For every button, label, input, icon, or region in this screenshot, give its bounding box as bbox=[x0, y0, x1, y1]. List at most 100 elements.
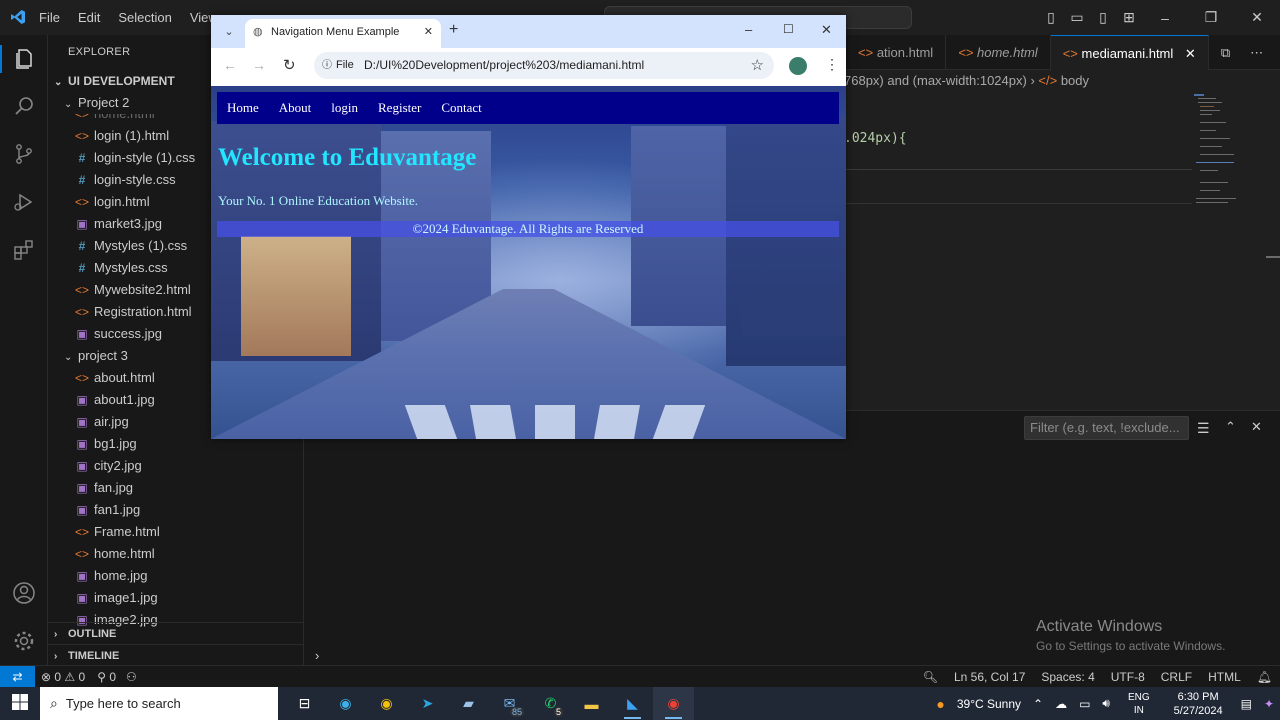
bookmark-star-icon[interactable]: ☆ bbox=[751, 52, 764, 79]
nav-contact-link[interactable]: Contact bbox=[441, 100, 481, 116]
toggle-panel-icon[interactable]: ▭ bbox=[1064, 9, 1090, 26]
menu-edit[interactable]: Edit bbox=[69, 10, 109, 25]
end-of-line[interactable]: CRLF bbox=[1153, 670, 1200, 684]
clock-time: 6:30 PM bbox=[1177, 690, 1219, 703]
search-icon[interactable] bbox=[12, 94, 36, 118]
sticky-app-icon[interactable]: ▰ bbox=[448, 687, 489, 720]
browser-maximize-icon[interactable]: ☐ bbox=[783, 22, 794, 36]
browser-tab-active[interactable]: ◍ Navigation Menu Example ✕ bbox=[245, 19, 441, 48]
more-actions-icon[interactable]: ⋯ bbox=[1242, 35, 1271, 69]
tree-file[interactable]: <> home.html bbox=[48, 543, 303, 565]
edge-icon[interactable]: ◉ bbox=[325, 687, 366, 720]
network-icon[interactable]: ☁ bbox=[1049, 697, 1073, 711]
ports-indicator[interactable]: ⚲ 0 bbox=[91, 670, 122, 684]
mail-icon[interactable]: ✉ 85 bbox=[489, 687, 530, 720]
toggle-secondary-sidebar-icon[interactable]: ▯ bbox=[1090, 9, 1116, 26]
chrome-icon[interactable]: ◉ bbox=[366, 687, 407, 720]
tab-search-chevron-icon[interactable]: ⌄ bbox=[221, 24, 237, 40]
minimap[interactable] bbox=[1192, 92, 1267, 212]
kebab-menu-icon[interactable]: ⋮ bbox=[825, 56, 839, 73]
clock[interactable]: 6:30 PM 5/27/2024 bbox=[1162, 690, 1235, 718]
explorer-icon[interactable] bbox=[12, 47, 36, 71]
indentation[interactable]: Spaces: 4 bbox=[1033, 670, 1102, 684]
panel-filter-input[interactable]: Filter (e.g. text, !exclude... bbox=[1024, 416, 1189, 440]
nav-home-link[interactable]: Home bbox=[227, 100, 259, 116]
chevron-up-icon[interactable]: ⌃ bbox=[1027, 697, 1049, 711]
file-chip[interactable]: ⓘ File bbox=[322, 56, 354, 75]
panel-close-icon[interactable]: ✕ bbox=[1251, 419, 1262, 435]
encoding[interactable]: UTF-8 bbox=[1103, 670, 1153, 684]
live-share-icon[interactable]: ⚇ bbox=[122, 670, 141, 684]
tree-file[interactable]: ▣ home.jpg bbox=[48, 565, 303, 587]
chevron-up-icon[interactable]: ⌃ bbox=[1225, 419, 1236, 435]
forward-icon[interactable]: → bbox=[252, 57, 266, 73]
language-mode[interactable]: HTML bbox=[1200, 670, 1249, 684]
browser-minimize-icon[interactable]: – bbox=[745, 22, 752, 37]
source-control-icon[interactable] bbox=[12, 142, 36, 166]
notifications-bell-icon[interactable]: 🔔︎ bbox=[1249, 670, 1280, 684]
nav-login-link[interactable]: login bbox=[331, 100, 358, 116]
maximize-icon[interactable]: ❐ bbox=[1188, 9, 1234, 26]
vscode-taskbar-icon[interactable]: ◣ bbox=[612, 687, 653, 720]
whatsapp-icon[interactable]: ✆ 5 bbox=[530, 687, 571, 720]
file-explorer-icon[interactable]: ▬ bbox=[571, 687, 612, 720]
weather-icon[interactable]: ● bbox=[930, 696, 950, 712]
breadcrumb-media-query[interactable]: 768px) and (max-width:1024px) bbox=[844, 73, 1027, 88]
toggle-sidebar-icon[interactable]: ▯ bbox=[1038, 9, 1064, 26]
customize-layout-icon[interactable]: ⊞ bbox=[1116, 9, 1142, 26]
settings-gear-icon[interactable] bbox=[12, 629, 36, 653]
code-line[interactable]: .024px){ bbox=[844, 131, 907, 146]
tab-home-html[interactable]: <> home.html bbox=[946, 35, 1051, 70]
tree-file[interactable]: <> Frame.html bbox=[48, 521, 303, 543]
address-bar[interactable]: ⓘ File D:/UI%20Development/project%203/me… bbox=[314, 52, 774, 79]
warning-count: 0 bbox=[78, 669, 86, 684]
run-debug-icon[interactable] bbox=[12, 190, 36, 214]
account-icon[interactable] bbox=[12, 581, 36, 605]
language-indicator[interactable]: ENG IN bbox=[1116, 691, 1162, 717]
browser-close-icon[interactable]: ✕ bbox=[821, 22, 832, 38]
back-icon[interactable]: ← bbox=[223, 57, 237, 73]
close-icon[interactable]: ✕ bbox=[1234, 9, 1280, 26]
weather-text[interactable]: 39°C Sunny bbox=[951, 697, 1027, 711]
notification-center-icon[interactable]: ▤ bbox=[1235, 697, 1258, 711]
cursor-position[interactable]: Ln 56, Col 17 bbox=[946, 670, 1033, 684]
tree-file[interactable]: ▣ city2.jpg bbox=[48, 455, 303, 477]
minimize-icon[interactable]: – bbox=[1142, 10, 1188, 26]
menu-file[interactable]: File bbox=[30, 10, 69, 25]
battery-icon[interactable]: ▭ bbox=[1073, 697, 1096, 711]
extensions-icon[interactable] bbox=[12, 238, 36, 262]
task-view-icon[interactable]: ⊟ bbox=[284, 687, 325, 720]
tree-file[interactable]: ▣ fan.jpg bbox=[48, 477, 303, 499]
tab-close-icon[interactable]: ✕ bbox=[1185, 46, 1196, 61]
menu-selection[interactable]: Selection bbox=[109, 10, 180, 25]
terminal-prompt-icon[interactable]: › bbox=[315, 648, 319, 663]
chrome-active-icon[interactable]: ◉ bbox=[653, 687, 694, 720]
list-view-icon[interactable]: ☰ bbox=[1197, 420, 1210, 437]
split-editor-icon[interactable]: ⧉ bbox=[1209, 35, 1242, 69]
problems-indicator[interactable]: ⊗ 0 ⚠ 0 bbox=[35, 670, 91, 684]
nav-register-link[interactable]: Register bbox=[378, 100, 421, 116]
profile-avatar[interactable] bbox=[789, 57, 807, 75]
breadcrumb-body[interactable]: body bbox=[1061, 73, 1089, 88]
html-file-icon: <> bbox=[74, 305, 89, 319]
volume-icon[interactable]: 🔊︎ bbox=[1096, 696, 1116, 711]
tab-label: mediamani.html bbox=[1081, 46, 1174, 61]
taskbar-search[interactable]: ⌕ Type here to search bbox=[40, 687, 278, 720]
new-tab-icon[interactable]: + bbox=[449, 21, 458, 39]
start-button[interactable] bbox=[0, 694, 40, 713]
nav-about-link[interactable]: About bbox=[279, 100, 312, 116]
tab-ation-html[interactable]: <> ation.html bbox=[846, 35, 947, 70]
reload-icon[interactable]: ↻ bbox=[283, 56, 296, 74]
outline-section[interactable]: › OUTLINE bbox=[48, 622, 303, 644]
tab-mediamani-html[interactable]: <> mediamani.html ✕ bbox=[1050, 35, 1209, 70]
remote-indicator-icon[interactable]: ⇄ bbox=[0, 665, 35, 688]
tree-file[interactable]: ▣ image1.jpg bbox=[48, 587, 303, 609]
copilot-icon[interactable]: ✦ bbox=[1258, 697, 1280, 711]
timeline-section[interactable]: › TIMELINE bbox=[48, 644, 303, 665]
telegram-icon[interactable]: ➤ bbox=[407, 687, 448, 720]
scrollbar-thumb[interactable] bbox=[1266, 256, 1280, 258]
tree-file[interactable]: ▣ fan1.jpg bbox=[48, 499, 303, 521]
html-file-icon: <> bbox=[958, 45, 974, 60]
zoom-icon[interactable]: 🔍︎ bbox=[915, 670, 946, 684]
tab-close-icon[interactable]: ✕ bbox=[424, 19, 433, 46]
